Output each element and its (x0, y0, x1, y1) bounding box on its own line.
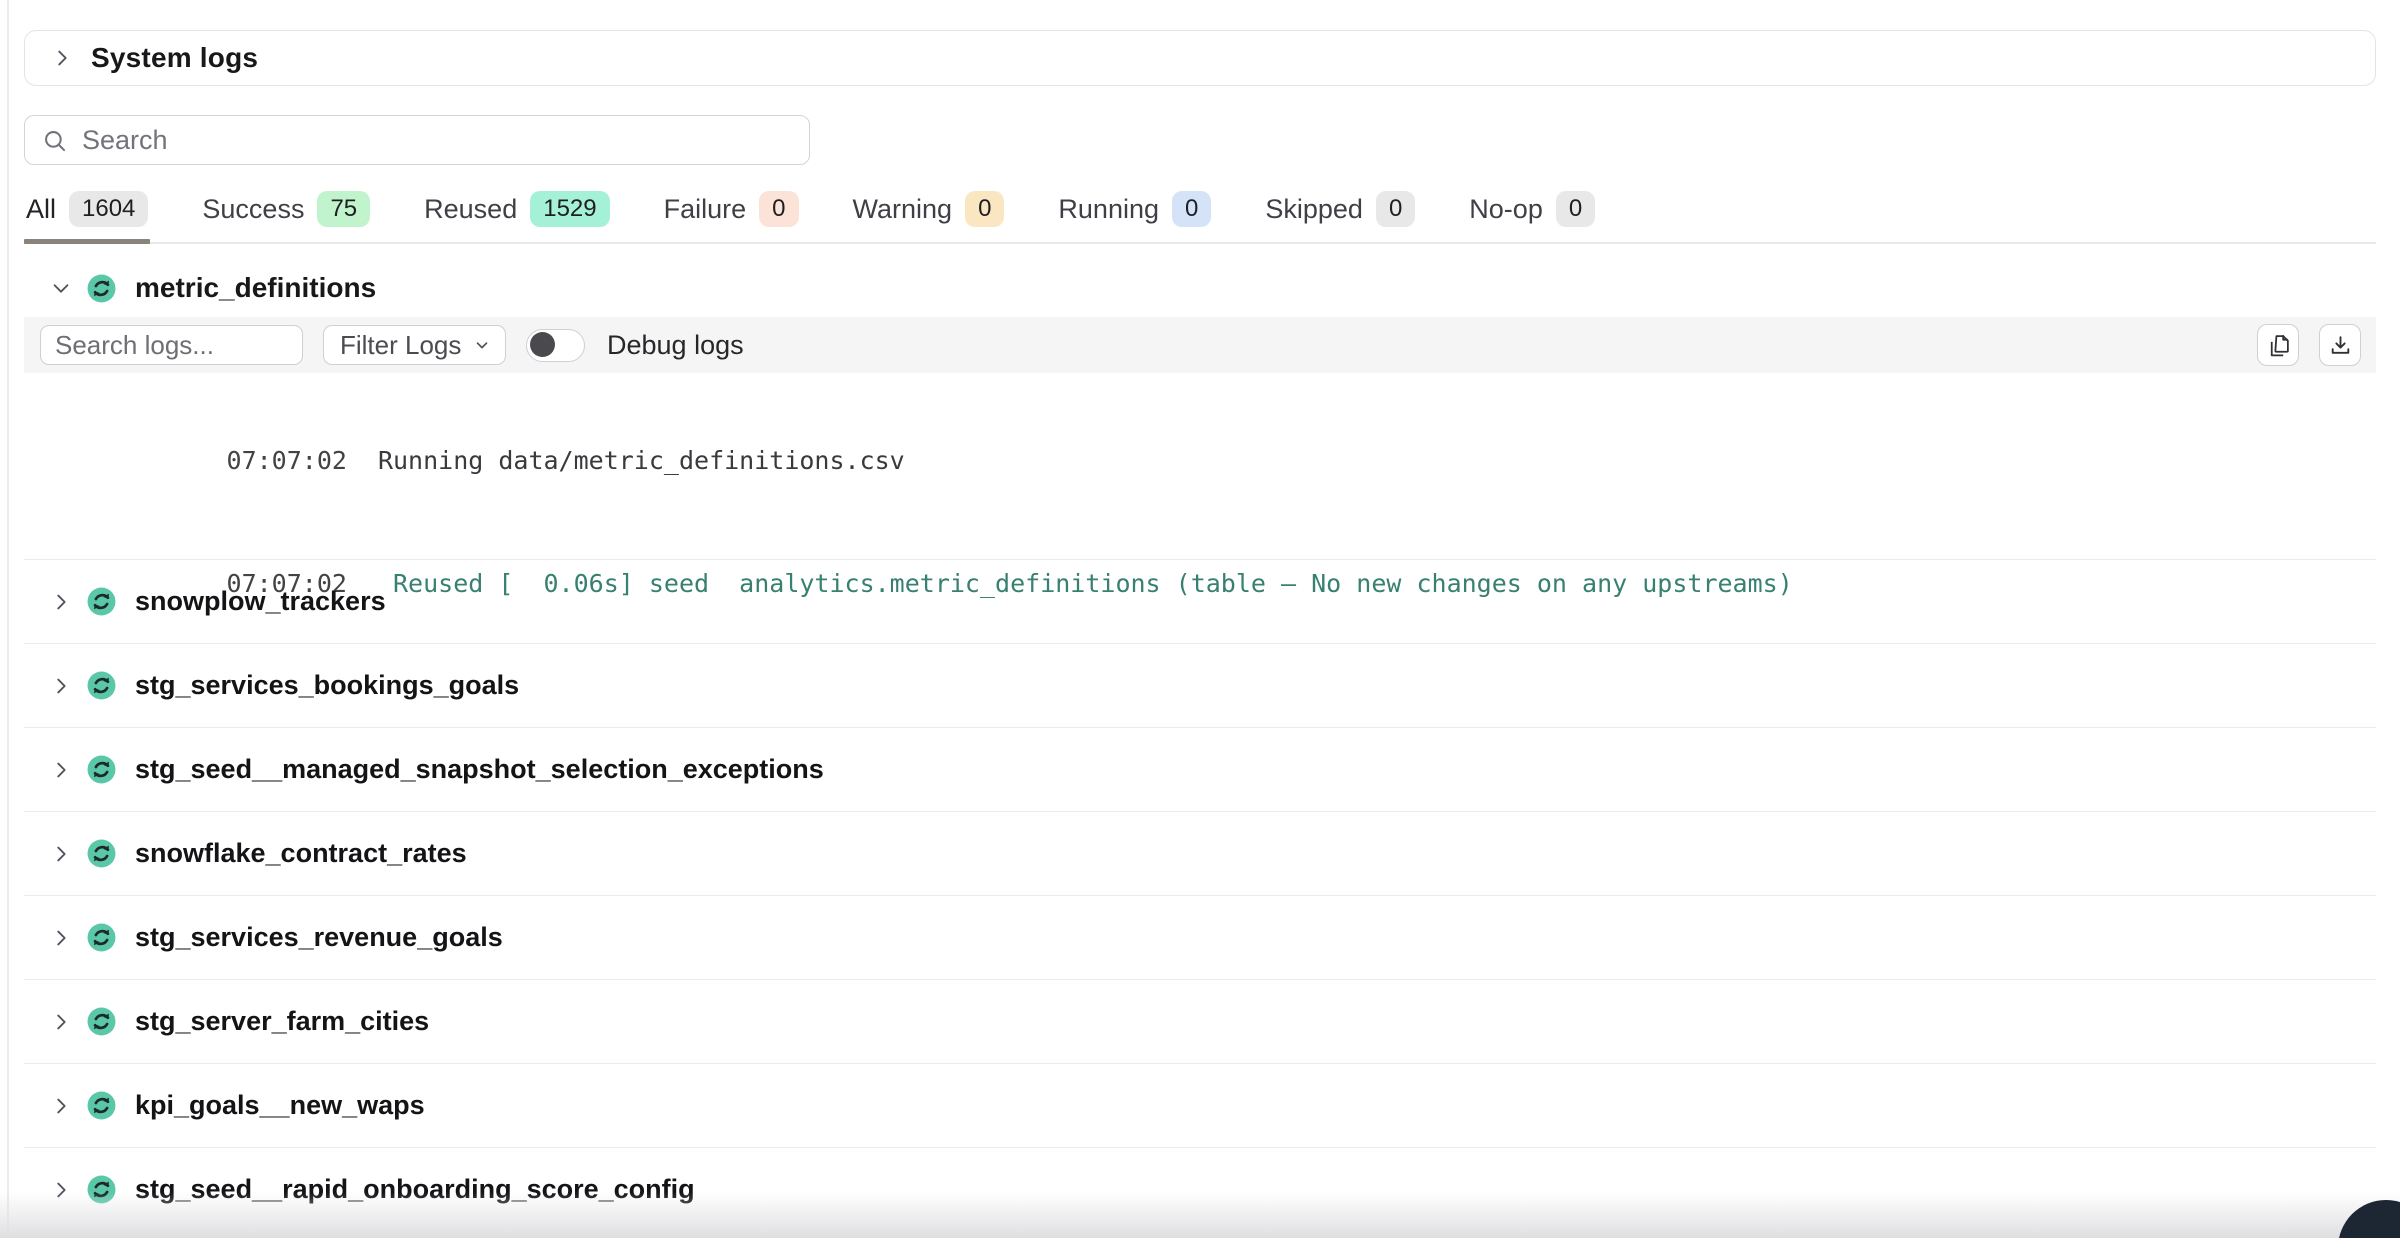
section-header-metric-definitions[interactable]: metric_definitions (24, 259, 2376, 317)
debug-logs-label: Debug logs (607, 330, 744, 361)
toggle-knob (530, 332, 555, 357)
tab-label: Warning (853, 194, 953, 225)
system-logs-page: System logs All 1604 Success 75 Reused 1… (0, 0, 2400, 1238)
tab-label: Reused (424, 194, 517, 225)
reused-status-icon (87, 839, 116, 868)
model-row[interactable]: stg_server_farm_cities (24, 979, 2376, 1063)
model-row-label: snowplow_trackers (135, 586, 386, 617)
copy-icon (2266, 333, 2291, 358)
log-message: Running data/metric_definitions.csv (378, 446, 905, 475)
model-row-label: stg_services_revenue_goals (135, 922, 503, 953)
tab-count-badge: 0 (759, 191, 798, 227)
model-row-label: stg_seed__rapid_onboarding_score_config (135, 1174, 695, 1205)
model-row[interactable]: kpi_goals__new_waps (24, 1063, 2376, 1147)
model-row-label: kpi_goals__new_waps (135, 1090, 425, 1121)
chevron-right-icon (50, 759, 72, 781)
status-tab[interactable]: No-op 0 (1467, 191, 1597, 242)
reused-status-icon (87, 587, 116, 616)
reused-status-icon (87, 671, 116, 700)
status-tab[interactable]: Reused 1529 (422, 191, 611, 242)
search-input[interactable] (82, 125, 793, 156)
system-logs-title: System logs (91, 42, 258, 74)
reused-status-icon (87, 1175, 116, 1204)
model-row-label: stg_seed__managed_snapshot_selection_exc… (135, 754, 824, 785)
tab-label: Skipped (1265, 194, 1363, 225)
chevron-down-icon (473, 336, 491, 354)
model-row[interactable]: stg_services_revenue_goals (24, 895, 2376, 979)
tab-count-badge: 0 (1376, 191, 1415, 227)
log-search-input[interactable] (55, 330, 288, 361)
chevron-right-icon (50, 675, 72, 697)
status-tab[interactable]: Warning 0 (851, 191, 1007, 242)
search-icon (41, 127, 68, 154)
log-search[interactable] (40, 325, 303, 365)
tab-label: No-op (1469, 194, 1543, 225)
tab-count-badge: 1604 (69, 191, 148, 227)
reused-status-icon (87, 923, 116, 952)
tab-count-badge: 0 (1172, 191, 1211, 227)
status-tabs: All 1604 Success 75 Reused 1529 Failure … (24, 191, 2376, 244)
copy-logs-button[interactable] (2257, 324, 2299, 366)
log-message: Reused [ 0.06s] seed analytics.metric_de… (378, 569, 1793, 598)
status-tab[interactable]: Success 75 (200, 191, 372, 242)
status-tab[interactable]: Skipped 0 (1263, 191, 1417, 242)
debug-logs-toggle[interactable] (526, 329, 585, 362)
tab-label: Running (1058, 194, 1159, 225)
model-row[interactable]: stg_seed__managed_snapshot_selection_exc… (24, 727, 2376, 811)
tab-count-badge: 0 (965, 191, 1004, 227)
model-row[interactable]: stg_seed__rapid_onboarding_score_config (24, 1147, 2376, 1231)
tab-count-badge: 75 (317, 191, 370, 227)
download-logs-button[interactable] (2319, 324, 2361, 366)
filter-logs-label: Filter Logs (340, 330, 461, 361)
chevron-right-icon (50, 1011, 72, 1033)
model-row-list: snowplow_trackers stg_services_bookings_… (24, 559, 2376, 1231)
chevron-down-icon (50, 277, 72, 299)
model-row-label: snowflake_contract_rates (135, 838, 467, 869)
reused-status-icon (87, 755, 116, 784)
tab-label: All (26, 194, 56, 225)
tab-label: Failure (664, 194, 747, 225)
log-timestamp: 07:07:02 (227, 446, 347, 475)
log-line: 07:07:02 Running data/metric_definitions.… (76, 399, 2376, 522)
chevron-right-icon (50, 1179, 72, 1201)
status-tab[interactable]: Failure 0 (662, 191, 801, 242)
reused-status-icon (87, 274, 116, 303)
download-icon (2328, 333, 2353, 358)
chevron-right-icon (50, 843, 72, 865)
tab-count-badge: 1529 (530, 191, 609, 227)
model-row-label: stg_services_bookings_goals (135, 670, 519, 701)
status-tab[interactable]: All 1604 (24, 191, 150, 242)
global-search[interactable] (24, 115, 810, 165)
reused-status-icon (87, 1007, 116, 1036)
section-title: metric_definitions (135, 272, 376, 304)
system-logs-expander[interactable]: System logs (24, 30, 2376, 86)
status-tab[interactable]: Running 0 (1056, 191, 1213, 242)
chevron-right-icon (51, 47, 73, 69)
filter-logs-dropdown[interactable]: Filter Logs (323, 325, 506, 365)
chevron-right-icon (50, 1095, 72, 1117)
content-area: System logs All 1604 Success 75 Reused 1… (0, 30, 2400, 1238)
tab-count-badge: 0 (1556, 191, 1595, 227)
reused-status-icon (87, 1091, 116, 1120)
model-row[interactable]: stg_services_bookings_goals (24, 643, 2376, 727)
model-row-label: stg_server_farm_cities (135, 1006, 429, 1037)
model-row[interactable]: snowflake_contract_rates (24, 811, 2376, 895)
log-controls-bar: Filter Logs Debug logs (24, 317, 2376, 373)
tab-label: Success (202, 194, 304, 225)
chevron-right-icon (50, 927, 72, 949)
chevron-right-icon (50, 591, 72, 613)
log-output: 07:07:02 Running data/metric_definitions.… (24, 373, 2376, 559)
